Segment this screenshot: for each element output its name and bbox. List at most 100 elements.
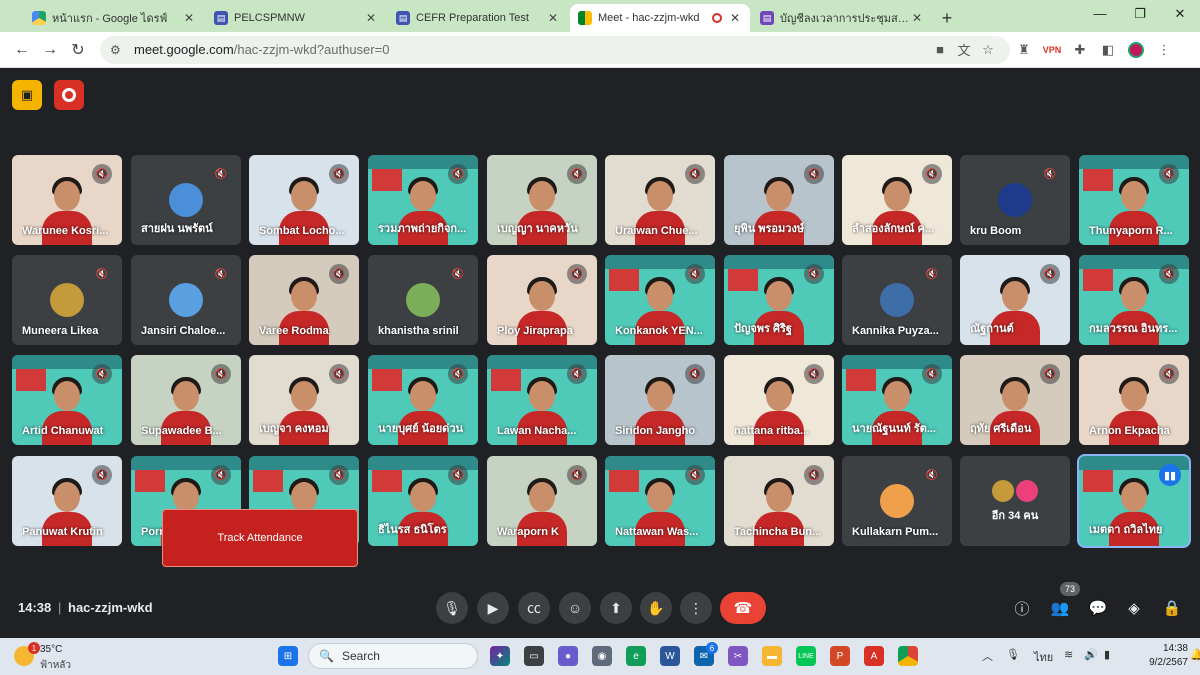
people-icon[interactable]: 👥 [1048,596,1072,620]
camera-in-use-icon[interactable]: ■ [928,42,952,57]
wifi-icon[interactable]: ≋ [1064,648,1073,661]
window-close-icon[interactable]: ✕ [1160,6,1200,22]
recording-icon[interactable] [54,80,84,110]
taskbar-clock[interactable]: 14:38 9/2/2567 [1140,642,1188,670]
captions-button[interactable]: ㏄ [518,592,550,624]
participant-tile[interactable]: 🔇 กมลวรรณ อินทร... [1079,255,1189,345]
powerpoint-icon[interactable]: P [830,646,850,666]
participant-tile[interactable]: 🔇 นายณัฐนนท์ รัต... [842,355,952,445]
participant-tile[interactable]: 🔇 Siridon Jangho [605,355,715,445]
tray-chevron-icon[interactable]: ︿ [982,648,993,664]
participant-tile[interactable]: 🔇 khanistha srinil [368,255,478,345]
acrobat-icon[interactable]: A [864,646,884,666]
participant-tile[interactable]: 🔇 ยุพิน พรอมวงษ์ [724,155,834,245]
participant-tile[interactable]: 🔇 Jansiri Chaloe... [131,255,241,345]
minimize-icon[interactable]: — [1080,6,1120,21]
present-screen-button[interactable]: ⬆ [600,592,632,624]
copilot-icon[interactable]: ✦ [490,646,510,666]
participant-tile[interactable]: 🔇 Nattawan Was... [605,456,715,546]
participant-tile[interactable]: 🔇 Uraiwan Chue... [605,155,715,245]
extensions-puzzle-icon[interactable]: ✚ [1066,36,1094,64]
participant-tile[interactable]: 🔇 สายฝน นพรัตน์ [131,155,241,245]
snipping-tool-icon[interactable]: ✂ [728,646,748,666]
chrome-icon[interactable] [898,646,918,666]
browser-tab-pelcspmnw[interactable]: ▤ PELCSPMNW ✕ [206,4,386,32]
participant-tile[interactable]: 🔇 Tachincha Bun... [724,456,834,546]
participant-tile[interactable]: 🔇 kru Boom [960,155,1070,245]
participant-tile[interactable]: 🔇 nattana ritba... [724,355,834,445]
participant-tile[interactable]: 🔇 เบญญา นาคหวัน [487,155,597,245]
participant-tile[interactable]: 🔇 ฤทัย ศรีเดือน [960,355,1070,445]
activities-icon[interactable]: ◈ [1122,596,1146,620]
taskbar-search-box[interactable]: 🔍 Search [308,643,478,669]
browser-menu-icon[interactable]: ⋮ [1150,36,1178,64]
participant-tile[interactable]: 🔇 Muneera Likea [12,255,122,345]
start-windows-icon[interactable]: ⊞ [278,646,298,666]
participant-tile[interactable]: 🔇 รวมภาพถ่ายกิจก... [368,155,478,245]
raise-hand-button[interactable]: ✋ [640,592,672,624]
participant-tile[interactable]: 🔇 Warunee Kosri... [12,155,122,245]
restore-icon[interactable]: ❐ [1120,6,1160,22]
input-language[interactable]: ไทย [1034,648,1053,666]
browser-tab-cefr-test[interactable]: ▤ CEFR Preparation Test ✕ [388,4,568,32]
participant-tile[interactable]: 🔇 Konkanok YEN... [605,255,715,345]
camera-button[interactable]: ▶ [477,592,509,624]
leave-call-button[interactable]: ☎ [720,592,766,624]
self-participant-tile[interactable]: ▮▮ เมตตา ถวิลไทย [1077,454,1191,548]
reactions-button[interactable]: ☺ [559,592,591,624]
close-icon[interactable]: ✕ [364,11,378,25]
more-options-button[interactable]: ⋮ [680,592,712,624]
participant-tile[interactable]: 🔇 Arnon Ekpacha [1079,355,1189,445]
browser-tab-drive[interactable]: หน้าแรก - Google ไดรฟ์ ✕ [24,4,204,32]
participant-tile[interactable]: 🔇 ลำสองลักษณ์ ค... [842,155,952,245]
battery-icon[interactable]: ▮ [1104,648,1110,661]
host-controls-icon[interactable]: 🔒 [1160,596,1184,620]
address-bar[interactable]: ⚙ meet.google.com/hac-zzjm-wkd?authuser=… [100,35,1010,64]
participant-tile[interactable]: 🔇 Varee Rodma [249,255,359,345]
app-icon[interactable]: ◉ [592,646,612,666]
line-app-icon[interactable]: LINE [796,646,816,666]
word-icon[interactable]: W [660,646,680,666]
participant-tile[interactable]: 🔇 Sombat Locho... [249,155,359,245]
close-icon[interactable]: ✕ [182,11,196,25]
extension-icon[interactable]: ♜ [1010,36,1038,64]
weather-widget[interactable]: 1 35°C ฟ้าหลัว [14,642,94,672]
profile-avatar[interactable] [1122,36,1150,64]
browser-tab-meet[interactable]: Meet - hac-zzjm-wkd ✕ [570,4,750,32]
participant-tile[interactable]: 🔇 Kannika Puyza... [842,255,952,345]
forward-arrow-icon[interactable]: → [36,36,64,64]
edge-browser-icon[interactable]: e [626,646,646,666]
participant-tile[interactable]: 🔇 Kullakarn Pum... [842,456,952,546]
participant-tile[interactable]: 🔇 Panuwat Krutin [12,456,122,546]
camera-off-notice-icon[interactable]: ▣ [12,80,42,110]
translate-icon[interactable]: 文 [952,40,976,59]
file-explorer-icon[interactable]: ▬ [762,646,782,666]
microphone-button[interactable]: 🎙 [436,592,468,624]
site-settings-icon[interactable]: ⚙ [110,43,128,57]
participant-tile[interactable]: 🔇 Thunyaporn R... [1079,155,1189,245]
teams-chat-icon[interactable]: ● [558,646,578,666]
browser-tab-attendance-sheet[interactable]: ▤ บัญชีลงเวลาการประชุมสอบ CEFR ปี ✕ [752,4,932,32]
notification-bell-icon[interactable]: 🔔 [1190,648,1200,661]
reload-icon[interactable]: ↻ [64,36,92,64]
close-icon[interactable]: ✕ [546,11,560,25]
volume-icon[interactable]: 🔊 [1084,648,1098,661]
participant-tile[interactable]: 🔇 ปัญจพร ศิริฐ [724,255,834,345]
vpn-extension-icon[interactable]: VPN [1038,36,1066,64]
track-attendance-button[interactable]: Track Attendance [162,509,358,567]
close-icon[interactable]: ✕ [910,11,924,25]
bookmark-star-icon[interactable]: ☆ [976,42,1000,58]
back-arrow-icon[interactable]: ← [8,36,36,64]
more-participants-tile[interactable]: อีก 34 คน [960,456,1070,546]
participant-tile[interactable]: 🔇 Supawadee B... [131,355,241,445]
participant-tile[interactable]: 🔇 เบญจา คงหอม [249,355,359,445]
meeting-info-icon[interactable]: ⓘ [1010,596,1034,620]
tray-microphone-icon[interactable]: 🎙 [1006,648,1020,661]
chat-icon[interactable]: 💬 [1086,596,1110,620]
participant-tile[interactable]: 🔇 Waraporn K [487,456,597,546]
new-tab-button[interactable]: + [934,4,960,32]
side-panel-icon[interactable]: ◧ [1094,36,1122,64]
participant-tile[interactable]: 🔇 Artid Chanuwat [12,355,122,445]
participant-tile[interactable]: 🔇 นายบุศย์ น้อยด่วน [368,355,478,445]
participant-tile[interactable]: 🔇 ณัฐกานต์ [960,255,1070,345]
